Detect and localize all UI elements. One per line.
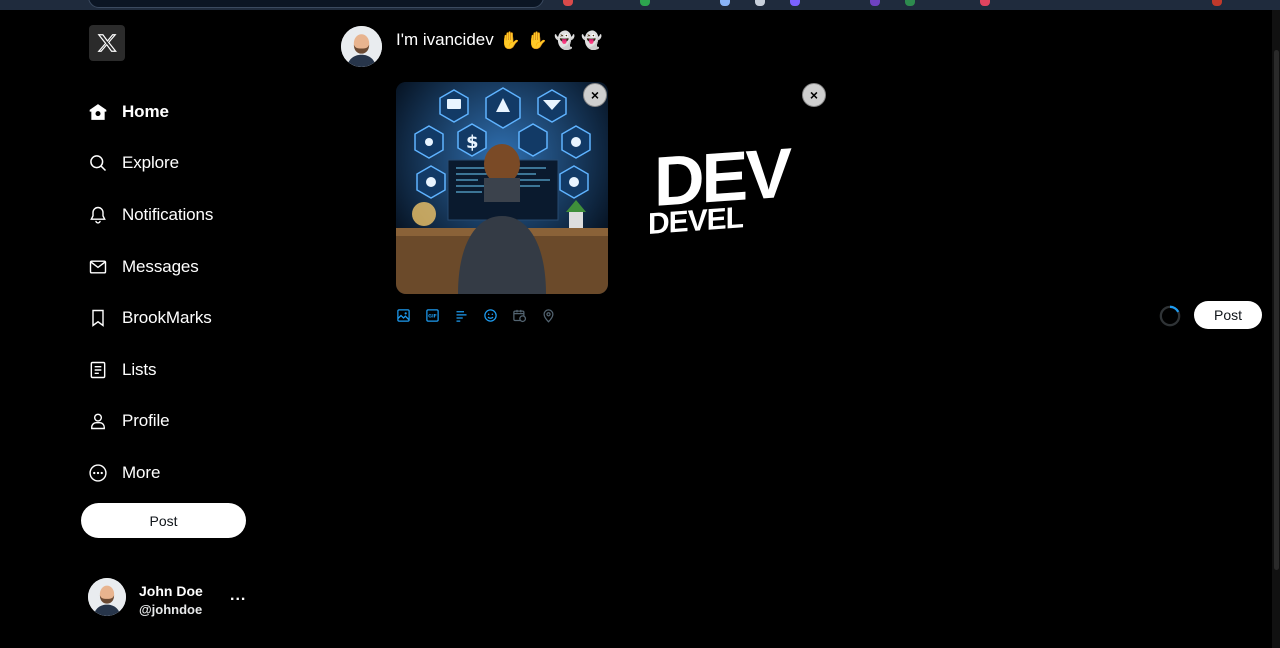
extension-icon[interactable]	[870, 0, 880, 6]
nav-label: Notifications	[122, 205, 214, 224]
page-scrollbar[interactable]	[1272, 10, 1280, 648]
nav-lists[interactable]: Lists	[88, 354, 157, 386]
nav-label: BrookMarks	[122, 308, 212, 327]
list-icon	[88, 360, 108, 380]
raised-hand-emoji: ✋	[526, 30, 549, 50]
composer-toolbar: GIF	[396, 306, 570, 324]
nav-profile[interactable]: Profile	[88, 405, 170, 437]
nav-label: Explore	[122, 153, 179, 172]
bookmark-icon	[88, 308, 108, 328]
compose-text: I'm ivancidev	[396, 30, 494, 49]
dev-logo-image: DEV DEVEL	[610, 82, 822, 294]
developer-illustration-image: $	[396, 82, 608, 294]
more-circle-icon	[88, 463, 108, 483]
nav-notifications[interactable]: Notifications	[88, 199, 213, 231]
ghost-emoji: 👻	[581, 30, 603, 50]
more-options-icon[interactable]: ...	[230, 587, 246, 605]
svg-text:$: $	[466, 132, 479, 153]
home-icon	[88, 102, 108, 122]
extension-icon[interactable]	[980, 0, 990, 6]
person-icon	[88, 411, 108, 431]
nav-label: Home	[122, 102, 169, 121]
character-count-ring	[1159, 305, 1181, 327]
sidebar-post-button[interactable]: Post	[81, 503, 246, 538]
remove-media-button[interactable]: ×	[802, 83, 826, 107]
extension-icon[interactable]	[790, 0, 800, 6]
bell-icon	[88, 205, 108, 225]
avatar	[88, 578, 126, 616]
post-button[interactable]: Post	[1194, 301, 1262, 329]
raised-hand-emoji: ✋	[499, 30, 521, 50]
nav-label: Lists	[122, 360, 157, 379]
extension-icon[interactable]	[755, 0, 765, 6]
location-icon[interactable]	[541, 308, 556, 323]
ghost-emoji: 👻	[554, 30, 576, 50]
extension-icon[interactable]	[905, 0, 915, 6]
address-bar[interactable]	[88, 0, 544, 8]
extension-icon[interactable]	[1212, 0, 1222, 6]
gif-icon[interactable]: GIF	[425, 308, 440, 323]
nav-label: More	[122, 463, 161, 482]
composer-avatar[interactable]	[341, 26, 382, 67]
nav-more[interactable]: More	[88, 457, 160, 489]
remove-media-button[interactable]: ×	[583, 83, 607, 107]
extension-icon[interactable]	[640, 0, 650, 6]
user-display-name: John Doe	[139, 583, 203, 599]
scrollbar-thumb[interactable]	[1274, 50, 1279, 570]
nav-label: Profile	[122, 411, 170, 430]
image-icon[interactable]	[396, 308, 411, 323]
user-handle: @johndoe	[139, 602, 203, 617]
extension-icon[interactable]	[720, 0, 730, 6]
schedule-icon[interactable]	[512, 308, 527, 323]
nav-bookmarks[interactable]: BrookMarks	[88, 302, 212, 334]
nav-messages[interactable]: Messages	[88, 251, 199, 283]
dev-logo-subtext: DEVEL	[648, 201, 744, 241]
emoji-icon[interactable]	[483, 308, 498, 323]
nav-label: Messages	[122, 257, 199, 276]
browser-toolbar	[0, 0, 1280, 10]
mail-icon	[88, 257, 108, 277]
poll-icon[interactable]	[454, 308, 469, 323]
x-logo-icon[interactable]	[89, 25, 125, 61]
svg-text:GIF: GIF	[428, 313, 437, 319]
account-switcher[interactable]: John Doe @johndoe ...	[88, 578, 258, 620]
extension-icon[interactable]	[563, 0, 573, 6]
nav-explore[interactable]: Explore	[88, 147, 179, 179]
compose-textarea[interactable]: I'm ivancidev ✋ ✋ 👻 👻	[396, 29, 602, 51]
search-icon	[88, 153, 108, 173]
nav-home[interactable]: Home	[88, 96, 169, 128]
